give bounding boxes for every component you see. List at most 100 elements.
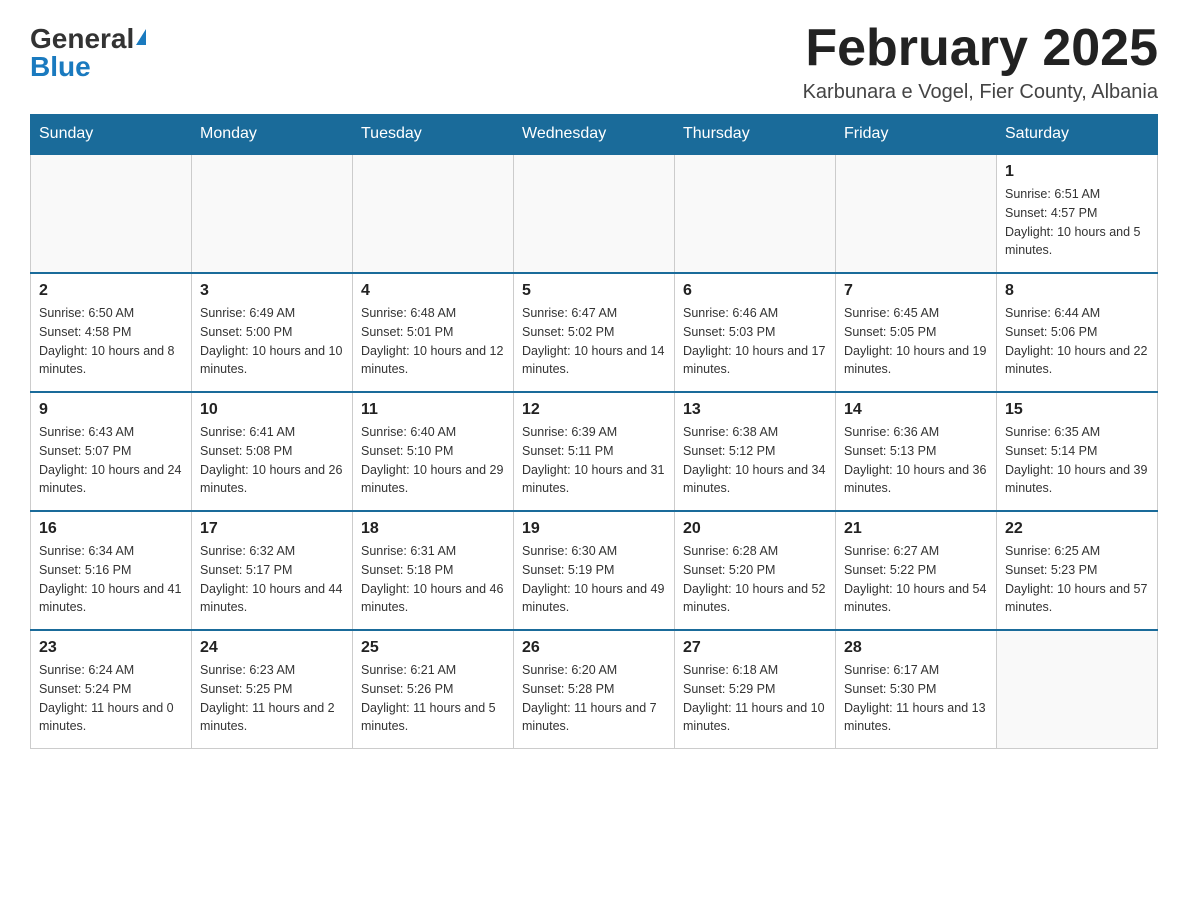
weekday-header-tuesday: Tuesday: [353, 115, 514, 155]
calendar-week-2: 2 Sunrise: 6:50 AMSunset: 4:58 PMDaylight…: [31, 273, 1158, 392]
calendar-cell: [514, 154, 675, 273]
day-number: 23: [39, 639, 183, 657]
day-info: Sunrise: 6:24 AMSunset: 5:24 PMDaylight:…: [39, 661, 183, 736]
weekday-header-row: SundayMondayTuesdayWednesdayThursdayFrid…: [31, 115, 1158, 155]
day-info: Sunrise: 6:36 AMSunset: 5:13 PMDaylight:…: [844, 423, 988, 498]
calendar-cell: 22 Sunrise: 6:25 AMSunset: 5:23 PMDayligh…: [997, 511, 1158, 630]
weekday-header-monday: Monday: [192, 115, 353, 155]
calendar-cell: 18 Sunrise: 6:31 AMSunset: 5:18 PMDayligh…: [353, 511, 514, 630]
weekday-header-friday: Friday: [836, 115, 997, 155]
day-info: Sunrise: 6:48 AMSunset: 5:01 PMDaylight:…: [361, 304, 505, 379]
day-number: 22: [1005, 520, 1149, 538]
logo-blue-text: Blue: [30, 53, 91, 81]
day-info: Sunrise: 6:35 AMSunset: 5:14 PMDaylight:…: [1005, 423, 1149, 498]
day-number: 27: [683, 639, 827, 657]
day-info: Sunrise: 6:34 AMSunset: 5:16 PMDaylight:…: [39, 542, 183, 617]
day-number: 26: [522, 639, 666, 657]
calendar-cell: [31, 154, 192, 273]
day-info: Sunrise: 6:39 AMSunset: 5:11 PMDaylight:…: [522, 423, 666, 498]
calendar-cell: 10 Sunrise: 6:41 AMSunset: 5:08 PMDayligh…: [192, 392, 353, 511]
calendar-cell: 14 Sunrise: 6:36 AMSunset: 5:13 PMDayligh…: [836, 392, 997, 511]
calendar-cell: 28Sunrise: 6:17 AMSunset: 5:30 PMDayligh…: [836, 630, 997, 749]
calendar-cell: 9 Sunrise: 6:43 AMSunset: 5:07 PMDaylight…: [31, 392, 192, 511]
day-number: 15: [1005, 401, 1149, 419]
calendar-cell: 3 Sunrise: 6:49 AMSunset: 5:00 PMDaylight…: [192, 273, 353, 392]
day-info: Sunrise: 6:43 AMSunset: 5:07 PMDaylight:…: [39, 423, 183, 498]
calendar-cell: [997, 630, 1158, 749]
day-info: Sunrise: 6:38 AMSunset: 5:12 PMDaylight:…: [683, 423, 827, 498]
calendar-week-5: 23 Sunrise: 6:24 AMSunset: 5:24 PMDayligh…: [31, 630, 1158, 749]
day-info: Sunrise: 6:32 AMSunset: 5:17 PMDaylight:…: [200, 542, 344, 617]
day-info: Sunrise: 6:44 AMSunset: 5:06 PMDaylight:…: [1005, 304, 1149, 379]
day-number: 18: [361, 520, 505, 538]
day-number: 25: [361, 639, 505, 657]
day-number: 7: [844, 282, 988, 300]
calendar-week-4: 16 Sunrise: 6:34 AMSunset: 5:16 PMDayligh…: [31, 511, 1158, 630]
day-number: 11: [361, 401, 505, 419]
calendar-cell: 7 Sunrise: 6:45 AMSunset: 5:05 PMDaylight…: [836, 273, 997, 392]
day-number: 21: [844, 520, 988, 538]
day-info: Sunrise: 6:30 AMSunset: 5:19 PMDaylight:…: [522, 542, 666, 617]
calendar-cell: 17 Sunrise: 6:32 AMSunset: 5:17 PMDayligh…: [192, 511, 353, 630]
calendar-cell: 5Sunrise: 6:47 AMSunset: 5:02 PMDaylight…: [514, 273, 675, 392]
day-number: 5: [522, 282, 666, 300]
calendar-cell: 20 Sunrise: 6:28 AMSunset: 5:20 PMDayligh…: [675, 511, 836, 630]
calendar-cell: [836, 154, 997, 273]
calendar-cell: 27 Sunrise: 6:18 AMSunset: 5:29 PMDayligh…: [675, 630, 836, 749]
weekday-header-saturday: Saturday: [997, 115, 1158, 155]
calendar-cell: 25 Sunrise: 6:21 AMSunset: 5:26 PMDayligh…: [353, 630, 514, 749]
weekday-header-wednesday: Wednesday: [514, 115, 675, 155]
calendar-cell: 2 Sunrise: 6:50 AMSunset: 4:58 PMDaylight…: [31, 273, 192, 392]
calendar-cell: 12 Sunrise: 6:39 AMSunset: 5:11 PMDayligh…: [514, 392, 675, 511]
day-info: Sunrise: 6:51 AMSunset: 4:57 PMDaylight:…: [1005, 185, 1149, 260]
day-info: Sunrise: 6:17 AMSunset: 5:30 PMDaylight:…: [844, 661, 988, 736]
day-info: Sunrise: 6:31 AMSunset: 5:18 PMDaylight:…: [361, 542, 505, 617]
calendar-cell: 11 Sunrise: 6:40 AMSunset: 5:10 PMDayligh…: [353, 392, 514, 511]
title-section: February 2025 Karbunara e Vogel, Fier Co…: [803, 20, 1158, 104]
day-number: 24: [200, 639, 344, 657]
calendar-cell: 13Sunrise: 6:38 AMSunset: 5:12 PMDayligh…: [675, 392, 836, 511]
calendar-cell: 19 Sunrise: 6:30 AMSunset: 5:19 PMDayligh…: [514, 511, 675, 630]
day-info: Sunrise: 6:23 AMSunset: 5:25 PMDaylight:…: [200, 661, 344, 736]
calendar-body: 1Sunrise: 6:51 AMSunset: 4:57 PMDaylight…: [31, 154, 1158, 749]
calendar-week-1: 1Sunrise: 6:51 AMSunset: 4:57 PMDaylight…: [31, 154, 1158, 273]
day-number: 9: [39, 401, 183, 419]
logo-general-text: General: [30, 25, 134, 53]
day-number: 20: [683, 520, 827, 538]
day-info: Sunrise: 6:45 AMSunset: 5:05 PMDaylight:…: [844, 304, 988, 379]
calendar-cell: [675, 154, 836, 273]
calendar-cell: 1Sunrise: 6:51 AMSunset: 4:57 PMDaylight…: [997, 154, 1158, 273]
day-number: 16: [39, 520, 183, 538]
day-info: Sunrise: 6:18 AMSunset: 5:29 PMDaylight:…: [683, 661, 827, 736]
calendar-cell: [192, 154, 353, 273]
month-title: February 2025: [803, 20, 1158, 77]
day-info: Sunrise: 6:28 AMSunset: 5:20 PMDaylight:…: [683, 542, 827, 617]
calendar-table: SundayMondayTuesdayWednesdayThursdayFrid…: [30, 114, 1158, 749]
day-number: 2: [39, 282, 183, 300]
calendar-cell: 15 Sunrise: 6:35 AMSunset: 5:14 PMDayligh…: [997, 392, 1158, 511]
page-header: General Blue February 2025 Karbunara e V…: [30, 20, 1158, 104]
day-info: Sunrise: 6:50 AMSunset: 4:58 PMDaylight:…: [39, 304, 183, 379]
day-info: Sunrise: 6:41 AMSunset: 5:08 PMDaylight:…: [200, 423, 344, 498]
day-number: 17: [200, 520, 344, 538]
calendar-week-3: 9 Sunrise: 6:43 AMSunset: 5:07 PMDaylight…: [31, 392, 1158, 511]
calendar-cell: 23 Sunrise: 6:24 AMSunset: 5:24 PMDayligh…: [31, 630, 192, 749]
calendar-cell: 26Sunrise: 6:20 AMSunset: 5:28 PMDayligh…: [514, 630, 675, 749]
day-info: Sunrise: 6:25 AMSunset: 5:23 PMDaylight:…: [1005, 542, 1149, 617]
day-info: Sunrise: 6:46 AMSunset: 5:03 PMDaylight:…: [683, 304, 827, 379]
day-info: Sunrise: 6:40 AMSunset: 5:10 PMDaylight:…: [361, 423, 505, 498]
calendar-cell: 4Sunrise: 6:48 AMSunset: 5:01 PMDaylight…: [353, 273, 514, 392]
day-number: 14: [844, 401, 988, 419]
calendar-cell: 24 Sunrise: 6:23 AMSunset: 5:25 PMDayligh…: [192, 630, 353, 749]
day-number: 19: [522, 520, 666, 538]
day-info: Sunrise: 6:49 AMSunset: 5:00 PMDaylight:…: [200, 304, 344, 379]
day-info: Sunrise: 6:27 AMSunset: 5:22 PMDaylight:…: [844, 542, 988, 617]
day-number: 10: [200, 401, 344, 419]
day-number: 3: [200, 282, 344, 300]
day-number: 12: [522, 401, 666, 419]
logo-triangle-icon: [136, 29, 146, 45]
calendar-cell: [353, 154, 514, 273]
day-number: 6: [683, 282, 827, 300]
calendar-cell: 6 Sunrise: 6:46 AMSunset: 5:03 PMDaylight…: [675, 273, 836, 392]
day-info: Sunrise: 6:21 AMSunset: 5:26 PMDaylight:…: [361, 661, 505, 736]
